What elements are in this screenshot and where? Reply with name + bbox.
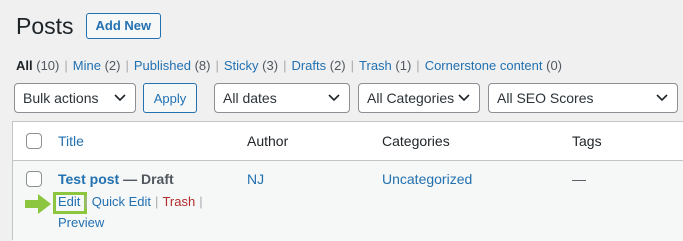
apply-button[interactable]: Apply (143, 83, 197, 113)
view-count: (8) (194, 58, 211, 73)
category-filter-value: All Categories (367, 90, 455, 106)
view-sticky: Sticky (3) (224, 58, 278, 73)
view-separator: | (350, 58, 355, 73)
edit-link[interactable]: Edit (58, 194, 80, 209)
action-separator: | (84, 194, 88, 209)
view-count: (10) (36, 58, 60, 73)
action-separator: | (155, 194, 159, 209)
view-count: (3) (262, 58, 279, 73)
bulk-actions-value: Bulk actions (23, 90, 99, 106)
view-trash: Trash (1) (359, 58, 411, 73)
quick-edit-link[interactable]: Quick Edit (92, 194, 151, 209)
view-separator: | (283, 58, 287, 73)
trash-link[interactable]: Trash (162, 194, 195, 209)
select-all-checkbox[interactable] (26, 133, 42, 149)
row-checkbox[interactable] (26, 171, 42, 187)
page-header: Posts Add New (16, 12, 162, 40)
view-mine: Mine (2) (73, 58, 121, 73)
view-separator: | (416, 58, 420, 73)
view-separator: | (64, 58, 68, 73)
chevron-down-icon (327, 84, 341, 112)
seo-score-filter-value: All SEO Scores (497, 90, 594, 106)
author-link[interactable]: NJ (247, 171, 264, 187)
row-actions-preview: Preview (58, 214, 104, 232)
chevron-down-icon (655, 84, 669, 112)
chevron-down-icon (113, 84, 127, 112)
bulk-actions-select[interactable]: Bulk actions (14, 83, 136, 113)
post-title: Test post — Draft (58, 170, 174, 188)
add-new-button[interactable]: Add New (85, 13, 162, 39)
page-title: Posts (16, 13, 74, 39)
view-count: (2) (329, 58, 346, 73)
tags-cell: — (572, 171, 586, 187)
posts-table: Title Author Categories Tags Test post —… (12, 121, 683, 241)
view-drafts: Drafts (2) (291, 58, 345, 73)
view-mine-link[interactable]: Mine (73, 58, 101, 73)
column-author-header: Author (247, 133, 289, 149)
chevron-down-icon (457, 84, 471, 112)
view-trash-link[interactable]: Trash (359, 58, 392, 73)
post-title-link[interactable]: Test post (58, 171, 119, 187)
view-sticky-link[interactable]: Sticky (224, 58, 259, 73)
view-separator: | (215, 58, 219, 73)
seo-score-filter-select[interactable]: All SEO Scores (488, 83, 678, 113)
view-drafts-link[interactable]: Drafts (291, 58, 326, 73)
categories-cell: Uncategorized (382, 170, 472, 188)
date-filter-select[interactable]: All dates (214, 83, 350, 113)
view-cornerstone-link[interactable]: Cornerstone content (425, 58, 543, 73)
view-count: (2) (104, 58, 121, 73)
date-filter-value: All dates (223, 90, 277, 106)
view-published: Published (8) (134, 58, 211, 73)
view-count: (1) (395, 58, 412, 73)
view-separator: | (125, 58, 129, 73)
view-count: (0) (546, 58, 562, 73)
action-separator: | (199, 194, 203, 209)
category-filter-select[interactable]: All Categories (358, 83, 480, 113)
table-header: Title Author Categories Tags (13, 122, 683, 161)
column-tags-header: Tags (572, 133, 602, 149)
row-actions: Edit | Quick Edit | Trash | (58, 193, 207, 211)
tablenav-top: Bulk actions Apply All dates All Categor… (0, 83, 683, 115)
view-all-link[interactable]: All (16, 58, 33, 73)
post-state: — Draft (119, 171, 174, 187)
arrow-right-icon (25, 194, 51, 219)
view-all: All (10) (16, 58, 59, 73)
category-link[interactable]: Uncategorized (382, 171, 472, 187)
view-cornerstone: Cornerstone content (0) (425, 58, 562, 73)
post-status-views: All (10) | Mine (2) | Published (8) | Sticky (… (16, 57, 562, 75)
column-categories-header: Categories (382, 133, 450, 149)
author-cell: NJ (247, 170, 264, 188)
view-published-link[interactable]: Published (134, 58, 191, 73)
column-title-header[interactable]: Title (58, 132, 84, 150)
preview-link[interactable]: Preview (58, 215, 104, 230)
table-row: Test post — Draft Edit | Quick Edit | Trash |… (13, 161, 683, 241)
